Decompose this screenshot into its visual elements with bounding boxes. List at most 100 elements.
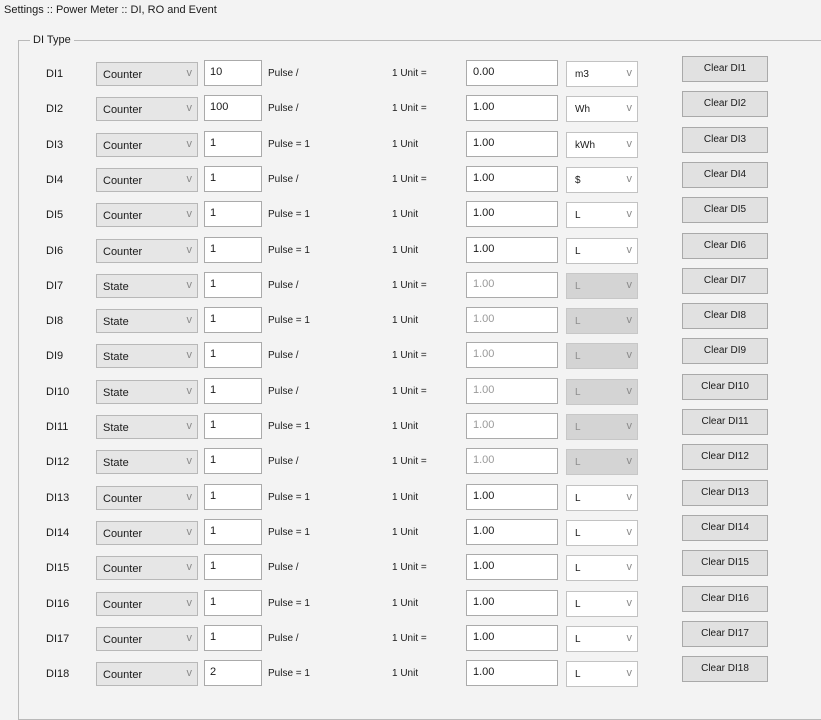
- clear-di-button[interactable]: Clear DI3: [682, 126, 768, 153]
- unit-select[interactable]: Lv: [566, 519, 638, 546]
- clear-di-button[interactable]: Clear DI18: [682, 656, 768, 683]
- unit-select[interactable]: kWh v: [566, 131, 638, 158]
- clear-di-button[interactable]: Clear DI4: [682, 161, 768, 188]
- pulse-count-input[interactable]: 1: [204, 448, 262, 475]
- pulse-count-input[interactable]: 1: [204, 377, 262, 404]
- clear-di-button[interactable]: Clear DI5: [682, 197, 768, 224]
- di-type-select[interactable]: Counter v: [96, 238, 198, 263]
- unit-value: L: [575, 492, 581, 504]
- unit-select[interactable]: Lv: [566, 484, 638, 511]
- clear-di-button[interactable]: Clear DI15: [682, 550, 768, 577]
- pulse-count-input[interactable]: 1: [204, 307, 262, 334]
- pulse-count-input[interactable]: 100: [204, 95, 262, 122]
- unit-select[interactable]: $ v: [566, 166, 638, 193]
- di-type-select[interactable]: State v: [96, 415, 198, 439]
- di-type-select[interactable]: State v: [96, 344, 198, 369]
- pulse-count-input[interactable]: 1: [204, 554, 262, 581]
- di-type-select[interactable]: State v: [96, 379, 198, 404]
- di-type-select[interactable]: Counter v: [96, 626, 198, 651]
- di-type-select[interactable]: State v: [96, 309, 198, 334]
- clear-di-button[interactable]: Clear DI1: [682, 56, 768, 82]
- pulse-count-input[interactable]: 1: [204, 201, 262, 228]
- unit-factor-input[interactable]: 1.00: [466, 660, 558, 687]
- clear-di-button[interactable]: Clear DI7: [682, 267, 768, 294]
- unit-select[interactable]: Wh v: [566, 96, 638, 123]
- di-type-select[interactable]: Counter v: [96, 556, 198, 581]
- pulse-count-input[interactable]: 1: [204, 271, 262, 298]
- unit-factor-input[interactable]: 1.00: [466, 518, 558, 545]
- unit-factor-input[interactable]: 1.00: [466, 413, 558, 439]
- pulse-count-value: 1: [210, 313, 217, 326]
- pulse-label: Pulse /: [268, 385, 299, 397]
- di-type-select[interactable]: Counter v: [96, 132, 198, 157]
- pulse-count-input[interactable]: 1: [204, 342, 262, 369]
- unit-factor-input[interactable]: 1.00: [466, 624, 558, 651]
- chevron-down-icon: v: [186, 278, 193, 291]
- pulse-count-input[interactable]: 1: [204, 413, 262, 439]
- pulse-count-input[interactable]: 1: [204, 165, 262, 192]
- di-type-select[interactable]: State v: [96, 450, 198, 475]
- unit-factor-input[interactable]: 1.00: [466, 448, 558, 475]
- unit-factor-input[interactable]: 1.00: [466, 483, 558, 510]
- unit-select[interactable]: Lv: [566, 625, 638, 652]
- clear-di-button[interactable]: Clear DI10: [682, 373, 768, 400]
- pulse-count-input[interactable]: 1: [204, 483, 262, 510]
- chevron-down-icon: v: [186, 243, 193, 256]
- unit-factor-input[interactable]: 1.00: [466, 307, 558, 334]
- di-type-select[interactable]: Counter v: [96, 97, 198, 122]
- pulse-count-input[interactable]: 2: [204, 660, 262, 687]
- unit-factor-input[interactable]: 1.00: [466, 554, 558, 581]
- pulse-count-input[interactable]: 1: [204, 518, 262, 545]
- unit-select[interactable]: Lv: [566, 590, 638, 617]
- pulse-count-value: 2: [210, 666, 217, 679]
- unit-factor-input[interactable]: 1.00: [466, 130, 558, 157]
- di-type-select[interactable]: Counter v: [96, 62, 198, 86]
- chevron-down-icon: v: [626, 137, 633, 150]
- clear-di-button[interactable]: Clear DI17: [682, 620, 768, 647]
- clear-di-button[interactable]: Clear DI2: [682, 91, 768, 118]
- unit-factor-input[interactable]: 1.00: [466, 377, 558, 404]
- di-type-select[interactable]: Counter v: [96, 203, 198, 228]
- unit-factor-input[interactable]: 1.00: [466, 95, 558, 122]
- di-type-select[interactable]: State v: [96, 273, 198, 298]
- pulse-count-input[interactable]: 1: [204, 236, 262, 263]
- clear-di-button[interactable]: Clear DI6: [682, 232, 768, 259]
- unit-select[interactable]: m3 v: [566, 61, 638, 87]
- unit-factor-input[interactable]: 1.00: [466, 165, 558, 192]
- clear-di-button[interactable]: Clear DI9: [682, 338, 768, 365]
- unit-factor-input[interactable]: 1.00: [466, 589, 558, 616]
- clear-di-button[interactable]: Clear DI8: [682, 303, 768, 330]
- di-type-select[interactable]: Counter v: [96, 485, 198, 510]
- di-type-select[interactable]: Counter v: [96, 662, 198, 687]
- pulse-count-input[interactable]: 1: [204, 589, 262, 616]
- clear-di-button[interactable]: Clear DI14: [682, 514, 768, 541]
- unit-factor-value: 1.00: [473, 383, 495, 396]
- di-type-value: Counter: [103, 598, 143, 611]
- pulse-count-input[interactable]: 1: [204, 624, 262, 651]
- di-label: DI17: [46, 632, 70, 645]
- di-row: DI13 Counter v 1 Pulse = 1 1 Unit 1.00 Lv Clear …: [0, 479, 821, 512]
- di-type-select[interactable]: Counter v: [96, 591, 198, 616]
- unit-factor-input[interactable]: 1.00: [466, 236, 558, 263]
- clear-di-button[interactable]: Clear DI12: [682, 444, 768, 471]
- pulse-count-input[interactable]: 10: [204, 60, 262, 86]
- unit-select[interactable]: Lv: [566, 555, 638, 582]
- chevron-down-icon: v: [186, 67, 193, 79]
- unit-select: Lv: [566, 378, 638, 405]
- unit-factor-input[interactable]: 0.00: [466, 60, 558, 86]
- unit-factor-input[interactable]: 1.00: [466, 342, 558, 369]
- di-type-select[interactable]: Counter v: [96, 167, 198, 192]
- clear-di-button[interactable]: Clear DI16: [682, 585, 768, 612]
- di-label: DI14: [46, 526, 70, 539]
- di-type-select[interactable]: Counter v: [96, 520, 198, 545]
- unit-factor-input[interactable]: 1.00: [466, 271, 558, 298]
- clear-di-button[interactable]: Clear DI11: [682, 409, 768, 435]
- unit-select[interactable]: Lv: [566, 202, 638, 229]
- chevron-down-icon: v: [626, 278, 633, 291]
- unit-select[interactable]: Lv: [566, 661, 638, 688]
- unit-select: Lv: [566, 308, 638, 335]
- clear-di-button[interactable]: Clear DI13: [682, 479, 768, 506]
- pulse-count-input[interactable]: 1: [204, 130, 262, 157]
- unit-select[interactable]: Lv: [566, 237, 638, 264]
- unit-factor-input[interactable]: 1.00: [466, 201, 558, 228]
